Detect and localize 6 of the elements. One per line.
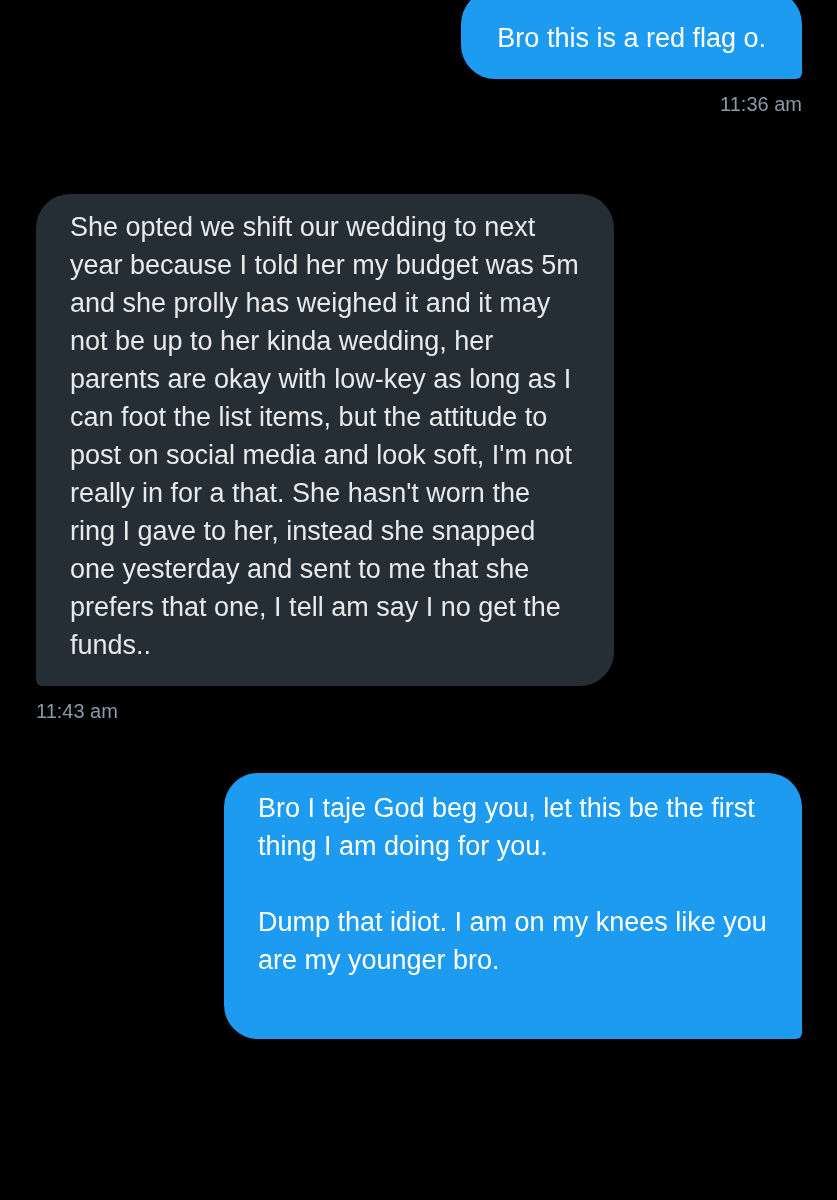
- message-text: Bro I taje God beg you, let this be the first thing I am doing for you.: [258, 792, 756, 863]
- message-time: 11:36 am: [720, 93, 802, 116]
- message-time: 11:43 am: [36, 700, 118, 723]
- message-text: Dump that idiot. I am on my knees like you are my younger bro.: [258, 906, 768, 977]
- message-text: She opted we shift our wedding to next year because I told her my budget was 5m and she prolly has weighed it and it may not be up to her kinda wedding, her parents are okay with low-key as long as I can foot the list items, but the attitude to post on social media and look soft, I'm not really in for a that. She hasn't worn the ring I gave to her, instead she snapped one yesterday and sent to me that she prefers that one, I tell am say I no get the funds..: [70, 211, 580, 662]
- message-text: Bro this is a red flag o.: [497, 22, 766, 55]
